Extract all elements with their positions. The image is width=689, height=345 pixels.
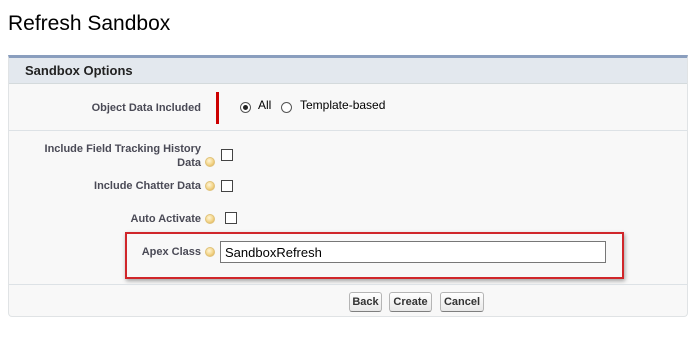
cancel-button[interactable]: Cancel [440, 292, 484, 312]
radio-template-based-label[interactable]: Template-based [300, 98, 385, 112]
radio-all-label[interactable]: All [258, 98, 271, 112]
help-icon[interactable] [205, 214, 215, 224]
page-title: Refresh Sandbox [8, 12, 171, 35]
radio-all[interactable] [240, 102, 251, 113]
chatter-data-label: Include Chatter Data [94, 180, 201, 192]
section-title: Sandbox Options [25, 63, 133, 78]
field-tracking-label-line1: Include Field Tracking History [44, 143, 201, 155]
help-icon[interactable] [205, 247, 215, 257]
create-button[interactable]: Create [389, 292, 432, 312]
apex-class-input[interactable] [220, 241, 606, 263]
required-indicator [216, 92, 219, 124]
divider [9, 284, 687, 285]
auto-activate-label: Auto Activate [130, 213, 202, 225]
section-header: Sandbox Options [9, 58, 687, 84]
chatter-data-checkbox[interactable] [221, 180, 233, 192]
back-button[interactable]: Back [349, 292, 382, 312]
field-tracking-checkbox[interactable] [221, 149, 233, 161]
field-tracking-label: Include Field Tracking History Data [20, 142, 201, 170]
field-tracking-label-line2: Data [177, 157, 201, 169]
object-data-label: Object Data Included [91, 102, 201, 114]
radio-template-based[interactable] [281, 102, 292, 113]
apex-class-label: Apex Class [141, 246, 201, 258]
divider [9, 130, 687, 131]
auto-activate-checkbox[interactable] [225, 212, 237, 224]
help-icon[interactable] [205, 157, 215, 167]
help-icon[interactable] [205, 181, 215, 191]
